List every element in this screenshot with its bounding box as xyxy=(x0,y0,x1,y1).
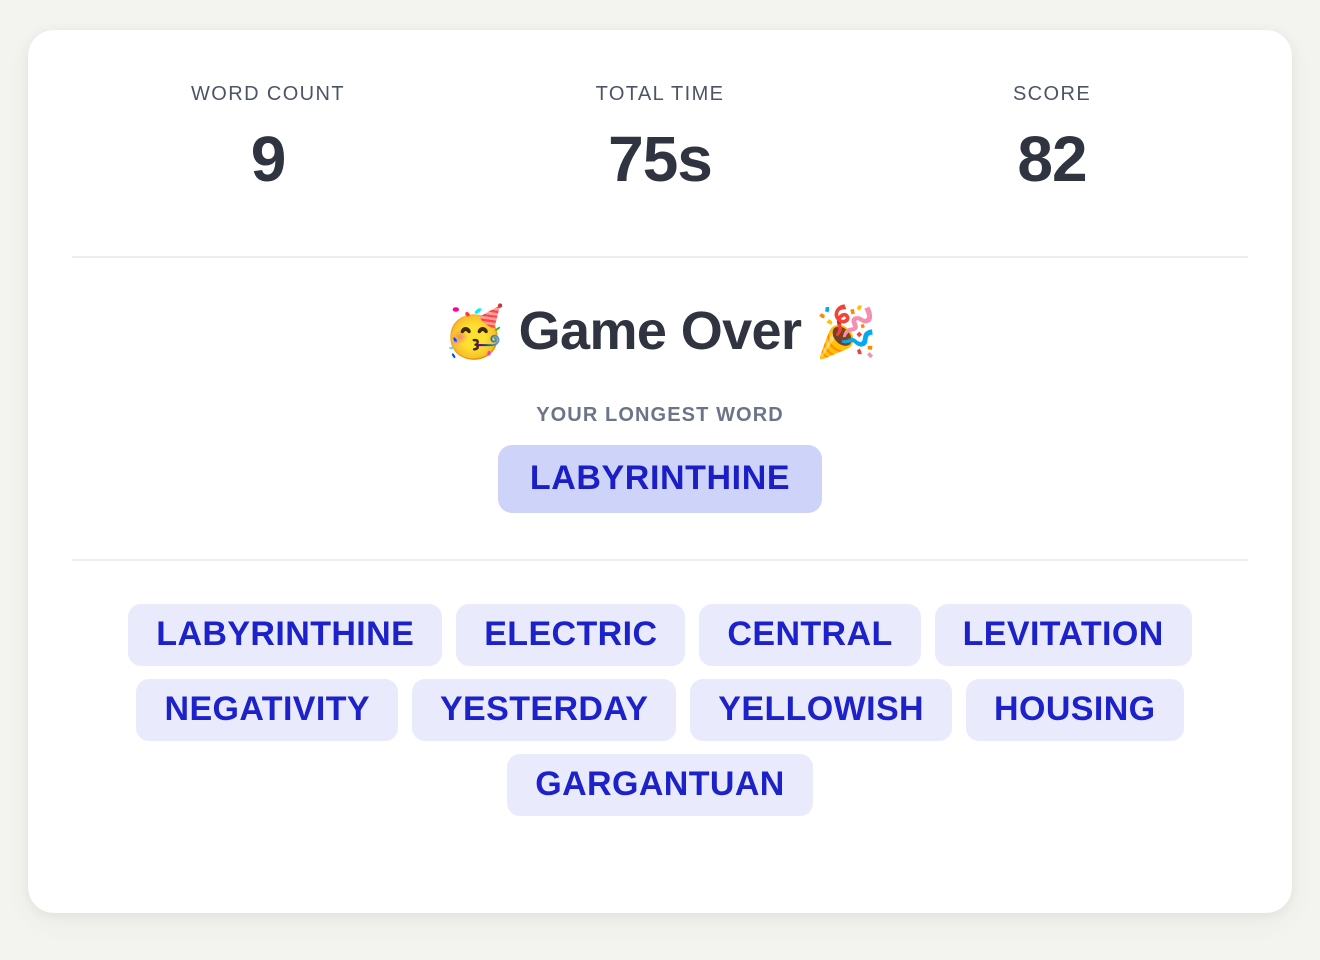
party-popper-icon: 🎉 xyxy=(815,303,878,360)
game-over-section: 🥳 Game Over 🎉 YOUR LONGEST WORD LABYRINT… xyxy=(72,258,1248,513)
word-chip[interactable]: YESTERDAY xyxy=(411,678,677,741)
stat-total-time-value: 75s xyxy=(608,123,713,195)
word-chip[interactable]: HOUSING xyxy=(966,678,1184,741)
word-list: LABYRINTHINE ELECTRIC CENTRAL LEVITATION… xyxy=(72,561,1248,913)
stat-score-value: 82 xyxy=(1017,123,1087,195)
stat-word-count-value: 9 xyxy=(250,123,287,195)
word-chip[interactable]: CENTRAL xyxy=(699,603,921,666)
stat-word-count: WORD COUNT 9 xyxy=(72,84,464,193)
longest-word-pill: LABYRINTHINE xyxy=(497,444,823,513)
word-chip[interactable]: YELLOWISH xyxy=(690,678,953,741)
stat-total-time: TOTAL TIME 75s xyxy=(464,84,856,193)
word-chip[interactable]: NEGATIVITY xyxy=(136,678,398,741)
word-chip[interactable]: GARGANTUAN xyxy=(507,753,813,816)
game-over-text: Game Over xyxy=(518,301,802,362)
word-chip[interactable]: ELECTRIC xyxy=(456,603,686,666)
results-card: WORD COUNT 9 TOTAL TIME 75s SCORE 82 🥳 G… xyxy=(28,30,1292,913)
stats-row: WORD COUNT 9 TOTAL TIME 75s SCORE 82 xyxy=(72,60,1248,193)
stat-total-time-label: TOTAL TIME xyxy=(595,83,725,105)
partying-face-icon: 🥳 xyxy=(442,303,505,360)
word-chip[interactable]: LEVITATION xyxy=(934,603,1192,666)
page-title: 🥳 Game Over 🎉 xyxy=(442,301,878,362)
word-chip[interactable]: LABYRINTHINE xyxy=(128,603,443,666)
app-screen: WORD COUNT 9 TOTAL TIME 75s SCORE 82 🥳 G… xyxy=(0,0,1320,960)
stat-score: SCORE 82 xyxy=(856,84,1248,193)
longest-word-label: YOUR LONGEST WORD xyxy=(536,403,784,426)
stat-word-count-label: WORD COUNT xyxy=(191,83,345,105)
stat-score-label: SCORE xyxy=(1012,83,1092,105)
